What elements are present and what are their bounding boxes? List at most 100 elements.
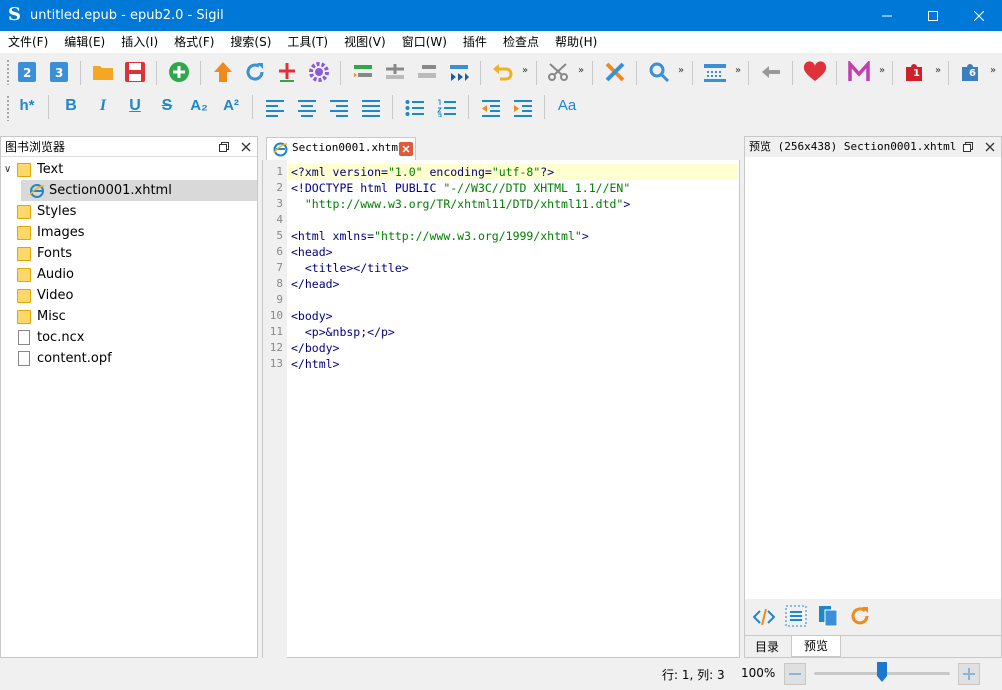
bullet-list-button[interactable] — [402, 95, 428, 121]
menu-plugins[interactable]: 插件 — [455, 31, 495, 53]
case-dropdown[interactable]: Aa — [554, 97, 580, 114]
minimize-button[interactable] — [864, 0, 910, 31]
plugin-6-button[interactable]: 6 — [958, 59, 984, 85]
split-button[interactable] — [350, 59, 376, 85]
toc-more-button[interactable]: » — [735, 65, 741, 76]
tab-close-button[interactable] — [399, 142, 413, 156]
donate-button[interactable] — [802, 59, 828, 85]
undo-button[interactable] — [490, 59, 516, 85]
align-left-button[interactable] — [262, 95, 288, 121]
menu-window[interactable]: 窗口(W) — [394, 31, 455, 53]
code-line[interactable]: <p>&nbsp;</p> — [291, 324, 395, 340]
zoom-in-button[interactable] — [958, 663, 980, 685]
menu-format[interactable]: 格式(F) — [166, 31, 222, 53]
toc-button[interactable] — [702, 59, 728, 85]
code-line[interactable]: </body> — [291, 340, 339, 356]
indent-button[interactable] — [510, 95, 536, 121]
italic-button[interactable]: I — [90, 97, 116, 115]
float-panel-icon[interactable] — [963, 142, 973, 152]
close-panel-icon[interactable] — [985, 142, 995, 152]
tree-item[interactable]: Video — [1, 285, 257, 306]
close-button[interactable] — [956, 0, 1002, 31]
tree-item[interactable]: Images — [1, 222, 257, 243]
code-editor[interactable] — [262, 136, 740, 658]
plugin-1-button[interactable]: 1 — [902, 59, 928, 85]
menu-file[interactable]: 文件(F) — [0, 31, 56, 53]
chevron-down-icon[interactable]: ∨ — [4, 159, 11, 180]
align-right-button[interactable] — [326, 95, 352, 121]
tree-item[interactable]: Audio — [1, 264, 257, 285]
tree-item[interactable]: toc.ncx — [1, 327, 257, 348]
undo-more-button[interactable]: » — [522, 65, 528, 76]
subscript-button[interactable]: A₂ — [186, 97, 212, 114]
code-line[interactable]: <html xmlns="http://www.w3.org/1999/xhtm… — [291, 228, 589, 244]
menu-checkpoints[interactable]: 检查点 — [495, 31, 547, 53]
maximize-button[interactable] — [910, 0, 956, 31]
code-line[interactable]: </html> — [291, 356, 339, 372]
superscript-button[interactable]: A² — [218, 97, 244, 114]
align-center-button[interactable] — [294, 95, 320, 121]
tidy-button[interactable] — [602, 59, 628, 85]
add-plus-button[interactable] — [274, 59, 300, 85]
strikethrough-button[interactable]: S — [154, 97, 180, 115]
insert-marker-button[interactable] — [382, 59, 408, 85]
back-button[interactable] — [758, 59, 784, 85]
new-epub3-button[interactable]: 3 — [46, 59, 72, 85]
menu-search[interactable]: 搜索(S) — [222, 31, 279, 53]
underline-button[interactable]: U — [122, 97, 148, 115]
open-button[interactable] — [90, 59, 116, 85]
add-file-button[interactable] — [166, 59, 192, 85]
code-line[interactable]: <body> — [291, 308, 333, 324]
tree-item[interactable]: Misc — [1, 306, 257, 327]
tree-item[interactable]: ∨ Text — [1, 159, 257, 180]
zoom-out-button[interactable] — [784, 663, 806, 685]
close-panel-icon[interactable] — [241, 142, 251, 152]
search-more-button[interactable]: » — [678, 65, 684, 76]
code-view-icon[interactable] — [753, 607, 775, 627]
tree-item[interactable]: Section0001.xhtml — [21, 180, 257, 201]
numbered-list-button[interactable] — [434, 95, 460, 121]
edit-more-button[interactable]: » — [578, 65, 584, 76]
menu-help[interactable]: 帮助(H) — [547, 31, 605, 53]
bold-button[interactable]: B — [58, 97, 84, 115]
toolbar-grip[interactable] — [6, 59, 10, 85]
code-line[interactable]: <!DOCTYPE html PUBLIC "-//W3C//DTD XHTML… — [291, 180, 630, 196]
code-line[interactable]: <head> — [291, 244, 333, 260]
move-up-button[interactable] — [210, 59, 236, 85]
tab-preview[interactable]: 预览 — [791, 636, 841, 657]
tree-item[interactable]: Fonts — [1, 243, 257, 264]
menu-view[interactable]: 视图(V) — [336, 31, 394, 53]
metadata-more-button[interactable]: » — [879, 65, 885, 76]
justify-button[interactable] — [358, 95, 384, 121]
heading-dropdown[interactable]: h* — [14, 97, 40, 114]
code-line[interactable]: <title></title> — [291, 260, 409, 276]
tree-item[interactable]: content.opf — [1, 348, 257, 369]
cut-button[interactable] — [545, 59, 571, 85]
menu-edit[interactable]: 编辑(E) — [56, 31, 113, 53]
menu-insert[interactable]: 插入(I) — [113, 31, 166, 53]
code-line[interactable]: </head> — [291, 276, 339, 292]
find-button[interactable] — [646, 59, 672, 85]
metadata-button[interactable] — [846, 59, 872, 85]
forward-button[interactable] — [446, 59, 472, 85]
float-panel-icon[interactable] — [219, 142, 229, 152]
code-line[interactable]: <?xml version="1.0" encoding="utf-8"?> — [291, 164, 554, 180]
toolbar-grip[interactable] — [6, 95, 10, 121]
save-button[interactable] — [122, 59, 148, 85]
inspect-icon[interactable] — [785, 605, 807, 627]
merge-button[interactable] — [414, 59, 440, 85]
plugins2-more-button[interactable]: » — [990, 65, 996, 76]
new-epub2-button[interactable]: 2 — [14, 59, 40, 85]
code-line[interactable]: "http://www.w3.org/TR/xhtml11/DTD/xhtml1… — [291, 196, 630, 212]
zoom-slider-handle[interactable] — [877, 662, 887, 682]
refresh-button[interactable] — [242, 59, 268, 85]
outdent-button[interactable] — [478, 95, 504, 121]
tab-toc[interactable]: 目录 — [755, 638, 779, 656]
tree-item[interactable]: Styles — [1, 201, 257, 222]
reload-icon[interactable] — [849, 605, 871, 627]
plugins-more-button[interactable]: » — [935, 65, 941, 76]
tab-section0001[interactable]: Section0001.xhtml — [266, 137, 416, 160]
settings-button[interactable] — [306, 59, 332, 85]
copy-icon[interactable] — [817, 605, 839, 627]
menu-tools[interactable]: 工具(T) — [279, 31, 336, 53]
